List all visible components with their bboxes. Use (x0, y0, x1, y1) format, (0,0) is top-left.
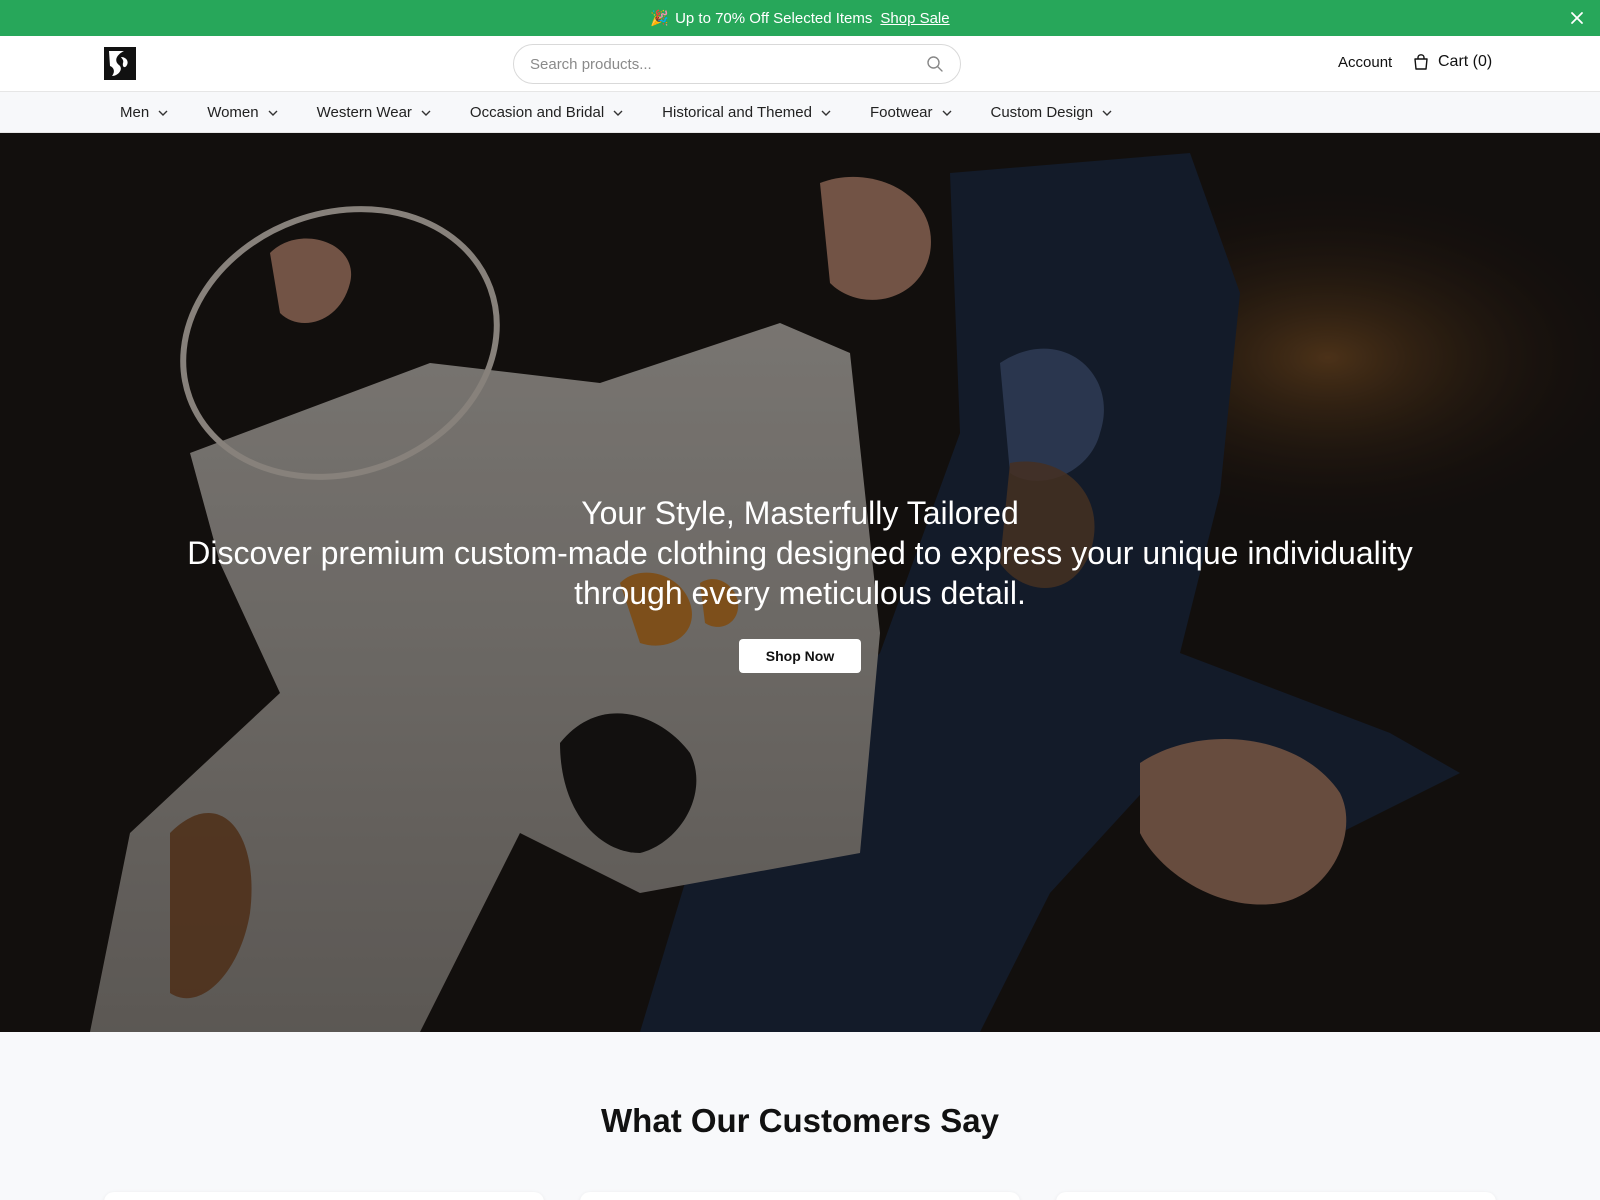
nav-item-custom-design[interactable]: Custom Design (991, 104, 1114, 121)
cart-label: Cart (0) (1438, 53, 1493, 70)
hero-banner: Your Style, Masterfully Tailored Discove… (0, 133, 1600, 1032)
testimonial-card (580, 1192, 1020, 1200)
brand-logo-icon[interactable] (104, 47, 136, 80)
shopping-bag-icon (1412, 53, 1430, 71)
close-icon[interactable] (1568, 9, 1586, 27)
search-input[interactable] (530, 55, 926, 73)
party-popper-icon: 🎉 (650, 10, 670, 27)
hero-subtitle: Discover premium custom-made clothing de… (187, 535, 1413, 611)
nav-item-label: Occasion and Bridal (469, 103, 605, 121)
nav-item-label: Western Wear (316, 103, 412, 121)
search-icon[interactable] (926, 55, 944, 73)
category-nav: Men Women Western Wear Occasion and Brid… (0, 92, 1600, 133)
nav-item-label: Footwear (869, 103, 933, 121)
hero-text: Your Style, Masterfully Tailored Discove… (0, 493, 1600, 613)
hero-title: Your Style, Masterfully Tailored (581, 495, 1019, 531)
announcement-bar: 🎉 Up to 70% Off Selected Items Shop Sale (0, 0, 1600, 36)
nav-item-occasion-and-bridal[interactable]: Occasion and Bridal (470, 104, 624, 121)
testimonial-card (1056, 1192, 1496, 1200)
nav-item-label: Historical and Themed (662, 103, 812, 121)
nav-item-label: Men (120, 103, 150, 121)
shop-sale-link[interactable]: Shop Sale (880, 10, 949, 27)
chevron-down-icon (157, 106, 169, 118)
nav-item-label: Custom Design (990, 103, 1094, 121)
nav-item-historical-and-themed[interactable]: Historical and Themed (662, 104, 832, 121)
testimonials-section: What Our Customers Say (0, 1032, 1600, 1200)
chevron-down-icon (267, 106, 279, 118)
nav-item-men[interactable]: Men (120, 104, 169, 121)
account-link[interactable]: Account (1338, 54, 1392, 71)
nav-item-footwear[interactable]: Footwear (870, 104, 953, 121)
site-header: Account Cart (0) (0, 36, 1600, 92)
nav-item-women[interactable]: Women (207, 104, 278, 121)
testimonial-card (104, 1192, 544, 1200)
announcement-text: Up to 70% Off Selected Items (675, 9, 873, 27)
testimonials-heading: What Our Customers Say (601, 1102, 999, 1139)
chevron-down-icon (820, 106, 832, 118)
chevron-down-icon (420, 106, 432, 118)
nav-item-label: Women (207, 103, 259, 121)
chevron-down-icon (612, 106, 624, 118)
search-bar[interactable] (513, 44, 961, 84)
chevron-down-icon (1101, 106, 1113, 118)
chevron-down-icon (941, 106, 953, 118)
nav-item-western-wear[interactable]: Western Wear (317, 104, 432, 121)
shop-now-button[interactable]: Shop Now (739, 639, 861, 673)
cart-button[interactable]: Cart (0) (1412, 53, 1492, 71)
